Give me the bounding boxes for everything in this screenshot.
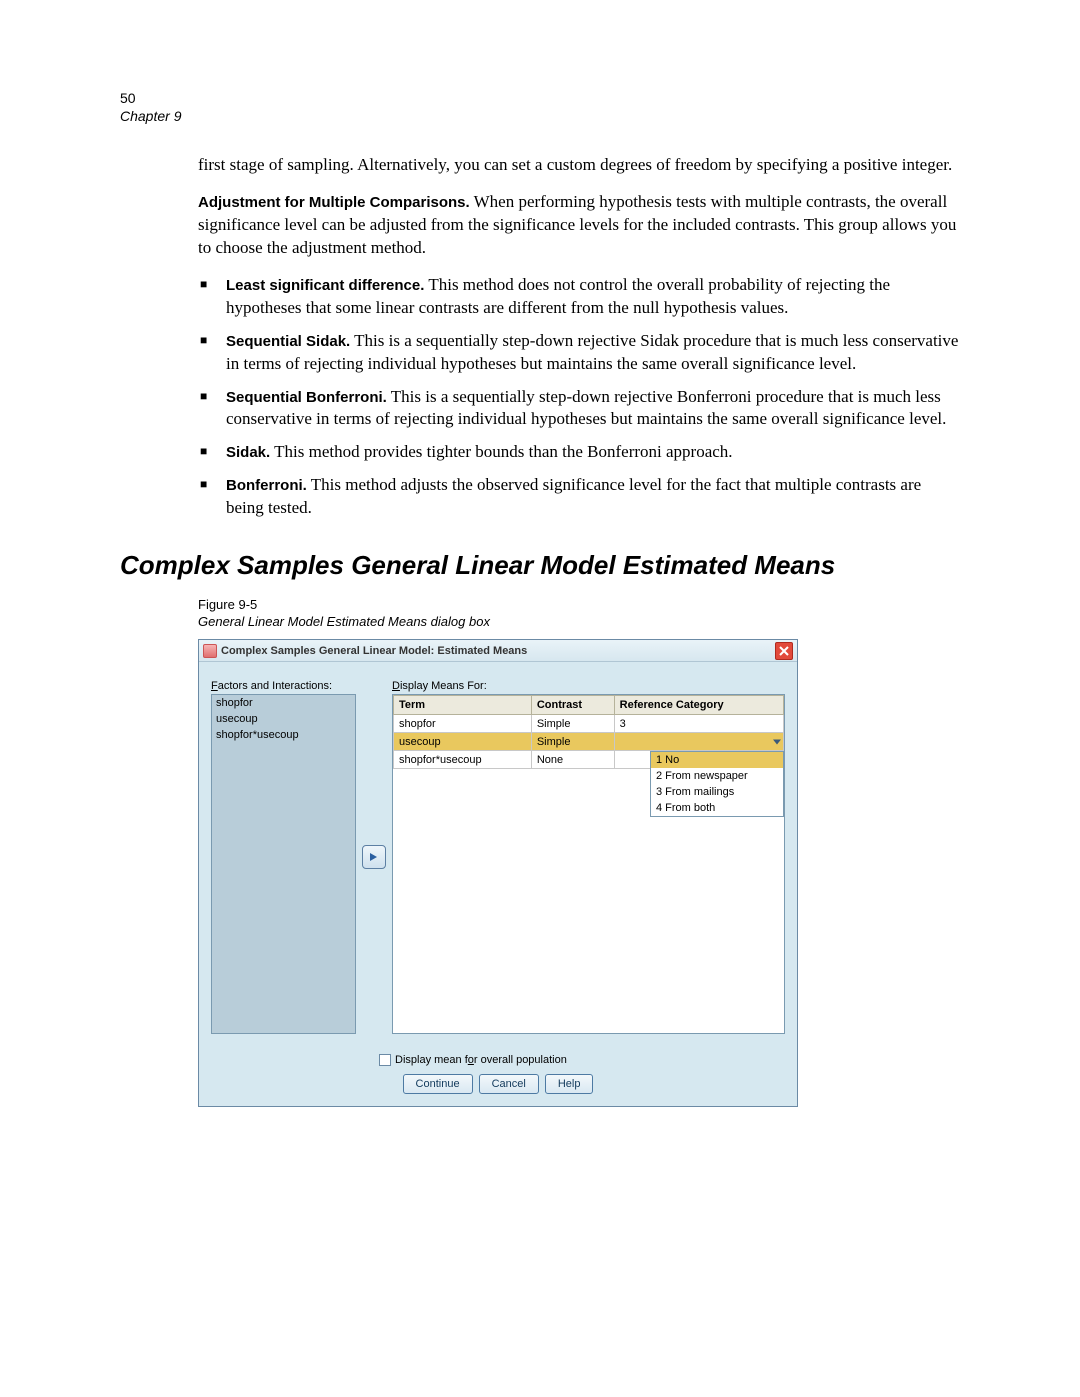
overall-population-label: Display mean for overall population <box>395 1054 567 1066</box>
figure-label: Figure 9-5 <box>198 597 960 612</box>
adjustment-paragraph: Adjustment for Multiple Comparisons. Whe… <box>198 191 960 260</box>
help-button[interactable]: Help <box>545 1074 594 1094</box>
display-means-table-wrap: Term Contrast Reference Category shopfor… <box>392 694 785 1034</box>
dialog-title: Complex Samples General Linear Model: Es… <box>221 645 527 657</box>
close-button[interactable] <box>775 642 793 660</box>
chevron-down-icon <box>773 739 781 744</box>
page-number: 50 <box>120 90 960 106</box>
col-term: Term <box>394 696 532 715</box>
table-row[interactable]: shopfor Simple 3 <box>394 715 784 733</box>
list-item[interactable]: shopfor <box>212 695 355 711</box>
checkbox-icon[interactable] <box>379 1054 391 1066</box>
chapter-label: Chapter 9 <box>120 108 960 124</box>
factors-label: Factors and Interactions: <box>211 680 356 692</box>
bullet-seq-sidak: Sequential Sidak. This is a sequentially… <box>198 330 960 376</box>
section-heading: Complex Samples General Linear Model Est… <box>120 550 960 581</box>
table-row[interactable]: usecoup Simple <box>394 733 784 751</box>
continue-button[interactable]: Continue <box>403 1074 473 1094</box>
overall-population-checkbox-row[interactable]: Display mean for overall population <box>379 1054 797 1066</box>
dropdown-option[interactable]: 1 No <box>651 752 783 768</box>
dropdown-option[interactable]: 4 From both <box>651 800 783 816</box>
bullet-sidak: Sidak. This method provides tighter boun… <box>198 441 960 464</box>
factors-listbox[interactable]: shopfor usecoup shopfor*usecoup <box>211 694 356 1034</box>
arrow-right-icon <box>368 851 380 863</box>
intro-paragraph: first stage of sampling. Alternatively, … <box>198 154 960 177</box>
dialog-button-row: Continue Cancel Help <box>199 1074 797 1106</box>
bullet-bonferroni: Bonferroni. This method adjusts the obse… <box>198 474 960 520</box>
ref-category-dropdown[interactable] <box>614 733 783 751</box>
bullet-lsd: Least significant difference. This metho… <box>198 274 960 320</box>
list-item[interactable]: usecoup <box>212 711 355 727</box>
dropdown-option[interactable]: 3 From mailings <box>651 784 783 800</box>
close-icon <box>779 646 789 656</box>
col-contrast: Contrast <box>531 696 614 715</box>
figure-caption: General Linear Model Estimated Means dia… <box>198 614 960 629</box>
display-means-label: Display Means For: <box>392 680 785 692</box>
move-right-button[interactable] <box>362 845 386 869</box>
methods-list: Least significant difference. This metho… <box>198 274 960 520</box>
list-item[interactable]: shopfor*usecoup <box>212 727 355 743</box>
col-ref-category: Reference Category <box>614 696 783 715</box>
dropdown-option[interactable]: 2 From newspaper <box>651 768 783 784</box>
cancel-button[interactable]: Cancel <box>479 1074 539 1094</box>
bullet-seq-bonferroni: Sequential Bonferroni. This is a sequent… <box>198 386 960 432</box>
ref-category-menu[interactable]: 1 No 2 From newspaper 3 From mailings 4 … <box>650 751 784 817</box>
adjustment-lead-bold: Adjustment for Multiple Comparisons. <box>198 194 470 211</box>
estimated-means-dialog: Complex Samples General Linear Model: Es… <box>198 639 798 1107</box>
titlebar: Complex Samples General Linear Model: Es… <box>199 640 797 662</box>
app-icon <box>203 644 217 658</box>
